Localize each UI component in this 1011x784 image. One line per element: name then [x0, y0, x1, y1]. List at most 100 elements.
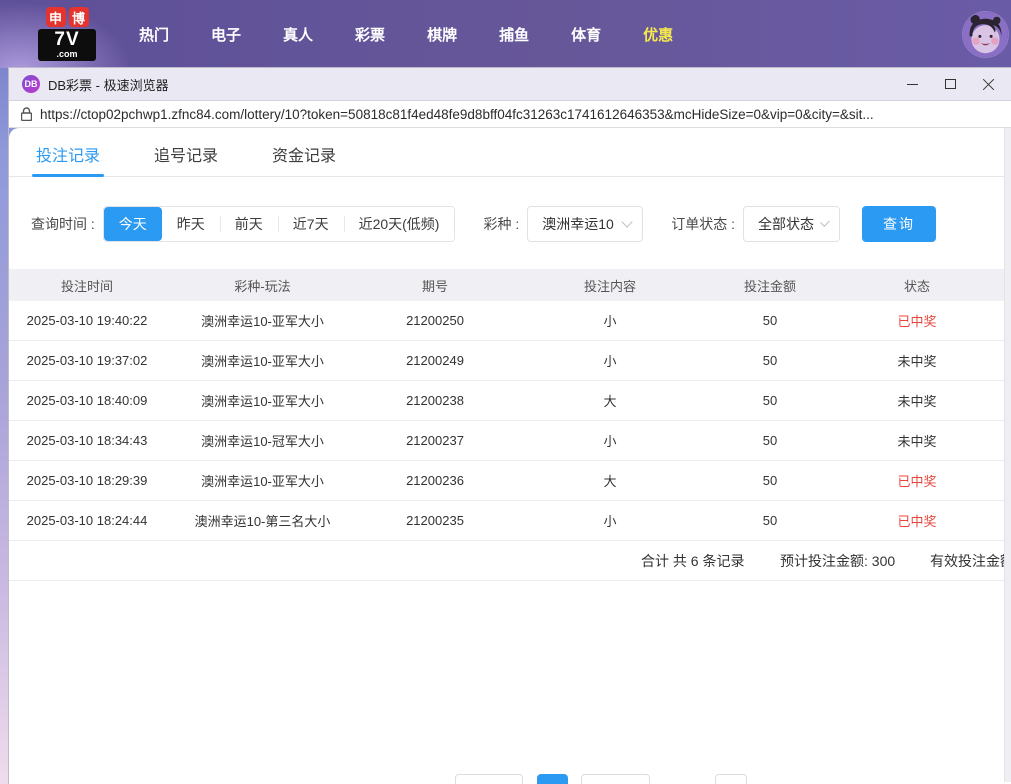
minimize-button[interactable] [893, 68, 931, 100]
table-row: 2025-03-10 18:24:44 澳洲幸运10-第三名大小 2120023… [9, 501, 1011, 541]
cell-issue: 21200249 [360, 353, 510, 368]
cell-amount: 50 [710, 393, 830, 408]
cell-content: 大 [510, 471, 710, 490]
search-button[interactable]: 查询 [862, 206, 936, 242]
close-icon [982, 78, 995, 91]
cell-status: 未中奖 [830, 351, 1004, 370]
nav-item-chess[interactable]: 棋牌 [406, 24, 478, 45]
cell-content: 小 [510, 431, 710, 450]
logo-badges: 申 博 [38, 7, 96, 27]
col-header-content: 投注内容 [510, 276, 710, 295]
content-card: 投注记录 追号记录 资金记录 查询时间 : 今天 昨天 前天 近7天 近20天(… [9, 128, 1011, 782]
cell-game: 澳洲幸运10-亚军大小 [165, 471, 360, 490]
nav-item-slots[interactable]: 电子 [190, 24, 262, 45]
site-top-nav: 申 博 7V .com 热门 电子 真人 彩票 棋牌 捕鱼 体育 优惠 [0, 0, 1011, 68]
minimize-icon [907, 84, 918, 85]
time-range-segment: 今天 昨天 前天 近7天 近20天(低频) [103, 206, 456, 242]
cell-time: 2025-03-10 19:40:22 [9, 313, 165, 328]
summary-valid-amount: 有效投注金额 [930, 551, 1011, 571]
cell-amount: 50 [710, 473, 830, 488]
user-avatar[interactable] [962, 11, 1009, 58]
lock-icon [21, 107, 32, 121]
cell-time: 2025-03-10 19:37:02 [9, 353, 165, 368]
table-row: 2025-03-10 18:40:09 澳洲幸运10-亚军大小 21200238… [9, 381, 1011, 421]
cell-game: 澳洲幸运10-冠军大小 [165, 431, 360, 450]
cell-time: 2025-03-10 18:29:39 [9, 473, 165, 488]
cell-content: 小 [510, 311, 710, 330]
lottery-filter-label: 彩种 : [483, 214, 519, 234]
cell-game: 澳洲幸运10-亚军大小 [165, 351, 360, 370]
table-row: 2025-03-10 18:34:43 澳洲幸运10-冠军大小 21200237… [9, 421, 1011, 461]
table-row: 2025-03-10 19:40:22 澳洲幸运10-亚军大小 21200250… [9, 301, 1011, 341]
cell-content: 小 [510, 511, 710, 530]
chevron-down-icon [820, 217, 830, 227]
time-option-day-before[interactable]: 前天 [220, 207, 278, 241]
time-option-today[interactable]: 今天 [104, 207, 162, 241]
col-header-amount: 投注金额 [710, 276, 830, 295]
close-button[interactable] [969, 68, 1007, 100]
cell-amount: 50 [710, 513, 830, 528]
cell-status: 未中奖 [830, 431, 1004, 450]
time-option-yesterday[interactable]: 昨天 [162, 207, 220, 241]
tab-bet-records[interactable]: 投注记录 [32, 142, 104, 176]
pagination-next-button[interactable] [581, 774, 650, 784]
site-logo[interactable]: 申 博 7V .com [38, 7, 96, 61]
time-filter-label: 查询时间 : [31, 214, 95, 234]
lottery-select[interactable]: 澳洲幸运10 [527, 206, 643, 242]
cell-issue: 21200237 [360, 433, 510, 448]
table-row: 2025-03-10 18:29:39 澳洲幸运10-亚军大小 21200236… [9, 461, 1011, 501]
chevron-down-icon [622, 216, 633, 227]
cell-issue: 21200236 [360, 473, 510, 488]
avatar-image [963, 12, 1008, 57]
vertical-scrollbar[interactable] [1004, 128, 1011, 782]
tab-fund-records[interactable]: 资金记录 [268, 142, 340, 176]
nav-item-live[interactable]: 真人 [262, 24, 334, 45]
time-option-20days[interactable]: 近20天(低频) [344, 207, 455, 241]
cell-time: 2025-03-10 18:24:44 [9, 513, 165, 528]
address-bar[interactable]: https://ctop02pchwp1.zfnc84.com/lottery/… [9, 100, 1011, 128]
maximize-button[interactable] [931, 68, 969, 100]
cell-game: 澳洲幸运10-第三名大小 [165, 511, 360, 530]
lottery-select-value: 澳洲幸运10 [542, 214, 614, 234]
filter-bar: 查询时间 : 今天 昨天 前天 近7天 近20天(低频) 彩种 : 澳洲幸运10… [31, 206, 1011, 242]
record-tabs: 投注记录 追号记录 资金记录 [9, 128, 1011, 177]
table-header: 投注时间 彩种-玩法 期号 投注内容 投注金额 状态 [9, 269, 1011, 301]
logo-badge-2: 博 [69, 7, 89, 27]
nav-item-fishing[interactable]: 捕鱼 [478, 24, 550, 45]
table-row: 2025-03-10 19:37:02 澳洲幸运10-亚军大小 21200249… [9, 341, 1011, 381]
pagination-jump-box[interactable] [715, 774, 747, 784]
logo-main-text: 7V [41, 30, 93, 50]
logo-box: 7V .com [38, 29, 96, 61]
cell-game: 澳洲幸运10-亚军大小 [165, 311, 360, 330]
cell-issue: 21200235 [360, 513, 510, 528]
pagination-current-page-button[interactable] [537, 774, 568, 784]
cell-amount: 50 [710, 433, 830, 448]
nav-item-lottery[interactable]: 彩票 [334, 24, 406, 45]
col-header-time: 投注时间 [9, 276, 165, 295]
logo-badge-1: 申 [46, 7, 66, 27]
time-option-7days[interactable]: 近7天 [278, 207, 344, 241]
status-filter-label: 订单状态 : [671, 214, 735, 234]
cell-status: 已中奖 [830, 471, 1004, 490]
window-title: DB彩票 - 极速浏览器 [48, 75, 169, 94]
order-status-select[interactable]: 全部状态 [743, 206, 840, 242]
cell-status: 已中奖 [830, 511, 1004, 530]
order-status-value: 全部状态 [758, 214, 814, 234]
cell-content: 大 [510, 391, 710, 410]
summary-expected-amount: 预计投注金额: 300 [780, 551, 895, 571]
col-header-issue: 期号 [360, 276, 510, 295]
cell-game: 澳洲幸运10-亚军大小 [165, 391, 360, 410]
window-favicon: DB [22, 75, 40, 93]
nav-item-sports[interactable]: 体育 [550, 24, 622, 45]
tab-chase-records[interactable]: 追号记录 [150, 142, 222, 176]
cell-status: 未中奖 [830, 391, 1004, 410]
cell-amount: 50 [710, 313, 830, 328]
cell-issue: 21200250 [360, 313, 510, 328]
nav-item-promotions[interactable]: 优惠 [622, 24, 694, 45]
pagination-prev-button[interactable] [455, 774, 523, 784]
window-controls [893, 68, 1011, 100]
cell-issue: 21200238 [360, 393, 510, 408]
cell-amount: 50 [710, 353, 830, 368]
nav-item-hot[interactable]: 热门 [118, 24, 190, 45]
cell-time: 2025-03-10 18:40:09 [9, 393, 165, 408]
